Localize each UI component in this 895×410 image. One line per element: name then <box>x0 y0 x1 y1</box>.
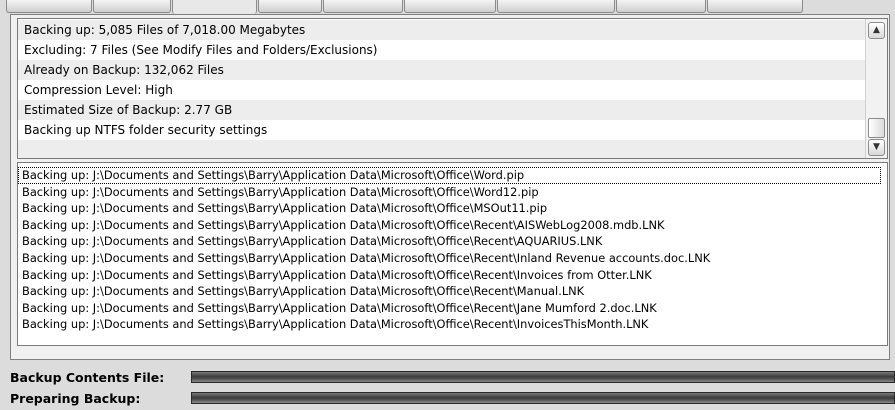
summary-row[interactable]: Already on Backup: 132,062 Files <box>18 60 865 80</box>
log-row[interactable]: Backing up: J:\Documents and Settings\Ba… <box>18 267 887 284</box>
backup-contents-bar <box>191 371 895 383</box>
summary-row[interactable]: Compression Level: High <box>18 80 865 100</box>
summary-row[interactable]: Estimated Size of Backup: 2.77 GB <box>18 100 865 120</box>
summary-row[interactable]: Excluding: 7 Files (See Modify Files and… <box>18 40 865 60</box>
backup-contents-label: Backup Contents File: <box>10 370 165 385</box>
log-row[interactable]: Backing up: J:\Documents and Settings\Ba… <box>18 200 887 217</box>
tab[interactable] <box>404 0 496 13</box>
backup-summary-list[interactable]: Backing up: 5,085 Files of 7,018.00 Mega… <box>17 18 888 159</box>
preparing-backup-bar <box>191 392 895 404</box>
summary-row[interactable]: Backing up: 5,085 Files of 7,018.00 Mega… <box>18 20 865 40</box>
tab[interactable] <box>323 0 403 13</box>
tab[interactable] <box>616 0 706 13</box>
scroll-thumb[interactable] <box>868 118 885 138</box>
log-row[interactable]: Backing up: J:\Documents and Settings\Ba… <box>18 300 887 317</box>
tab-strip <box>0 0 895 14</box>
backup-contents-fill <box>192 372 894 382</box>
summary-rows: Backing up: 5,085 Files of 7,018.00 Mega… <box>18 20 865 158</box>
tab[interactable] <box>258 0 322 13</box>
preparing-backup-fill <box>192 393 894 403</box>
preparing-backup-label: Preparing Backup: <box>10 391 141 406</box>
summary-row[interactable]: Backing up NTFS folder security settings <box>18 120 865 140</box>
log-row[interactable]: Backing up: J:\Documents and Settings\Ba… <box>18 233 887 250</box>
log-row[interactable]: Backing up: J:\Documents and Settings\Ba… <box>18 184 887 201</box>
tab[interactable] <box>93 0 171 13</box>
log-row[interactable]: Backing up: J:\Documents and Settings\Ba… <box>18 316 887 333</box>
tab[interactable] <box>707 0 803 13</box>
scroll-down-icon[interactable]: ▼ <box>868 139 885 156</box>
backup-contents-progress: Backup Contents File: <box>10 369 895 389</box>
log-row[interactable]: Backing up: J:\Documents and Settings\Ba… <box>18 283 887 300</box>
tab-active[interactable] <box>172 0 257 14</box>
scroll-up-icon[interactable]: ▲ <box>868 22 885 39</box>
backup-file-log[interactable]: Backing up: J:\Documents and Settings\Ba… <box>17 162 888 346</box>
log-row[interactable]: Backing up: J:\Documents and Settings\Ba… <box>18 250 887 267</box>
tab[interactable] <box>497 0 615 13</box>
log-row[interactable]: Backing up: J:\Documents and Settings\Ba… <box>18 217 887 234</box>
summary-scrollbar[interactable]: ▲ ▼ <box>865 19 887 158</box>
summary-row[interactable] <box>18 140 865 158</box>
preparing-backup-progress: Preparing Backup: <box>10 390 895 410</box>
tab[interactable] <box>6 0 92 13</box>
log-row[interactable]: Backing up: J:\Documents and Settings\Ba… <box>18 167 881 184</box>
